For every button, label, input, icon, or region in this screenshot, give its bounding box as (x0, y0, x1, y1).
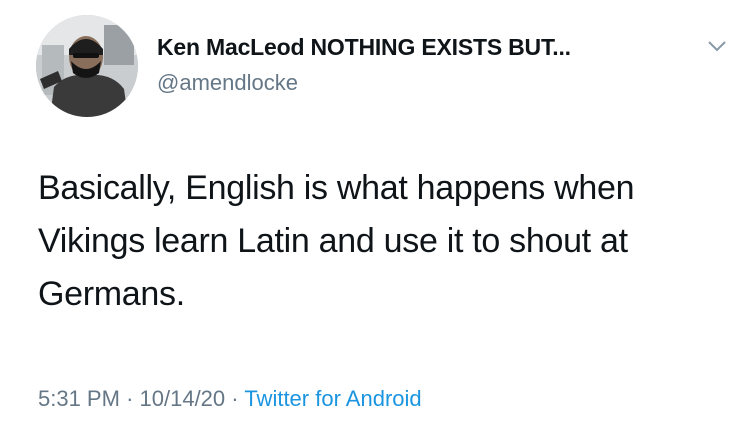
chevron-down-icon[interactable] (706, 38, 728, 54)
meta-separator: · (126, 386, 134, 411)
user-handle[interactable]: @amendlocke (157, 70, 298, 96)
display-name[interactable]: Ken MacLeod NOTHING EXISTS BUT... (157, 34, 571, 61)
tweet-date[interactable]: 10/14/20 (140, 386, 226, 411)
tweet-card: Ken MacLeod NOTHING EXISTS BUT... @amend… (0, 0, 750, 437)
avatar[interactable] (36, 15, 138, 117)
avatar-image (36, 15, 138, 117)
meta-separator: · (231, 386, 239, 411)
tweet-meta: 5:31 PM · 10/14/20 · Twitter for Android (38, 386, 422, 412)
tweet-text: Basically, English is what happens when … (38, 169, 635, 313)
tweet-time[interactable]: 5:31 PM (38, 386, 120, 411)
tweet-source-link[interactable]: Twitter for Android (244, 386, 421, 411)
